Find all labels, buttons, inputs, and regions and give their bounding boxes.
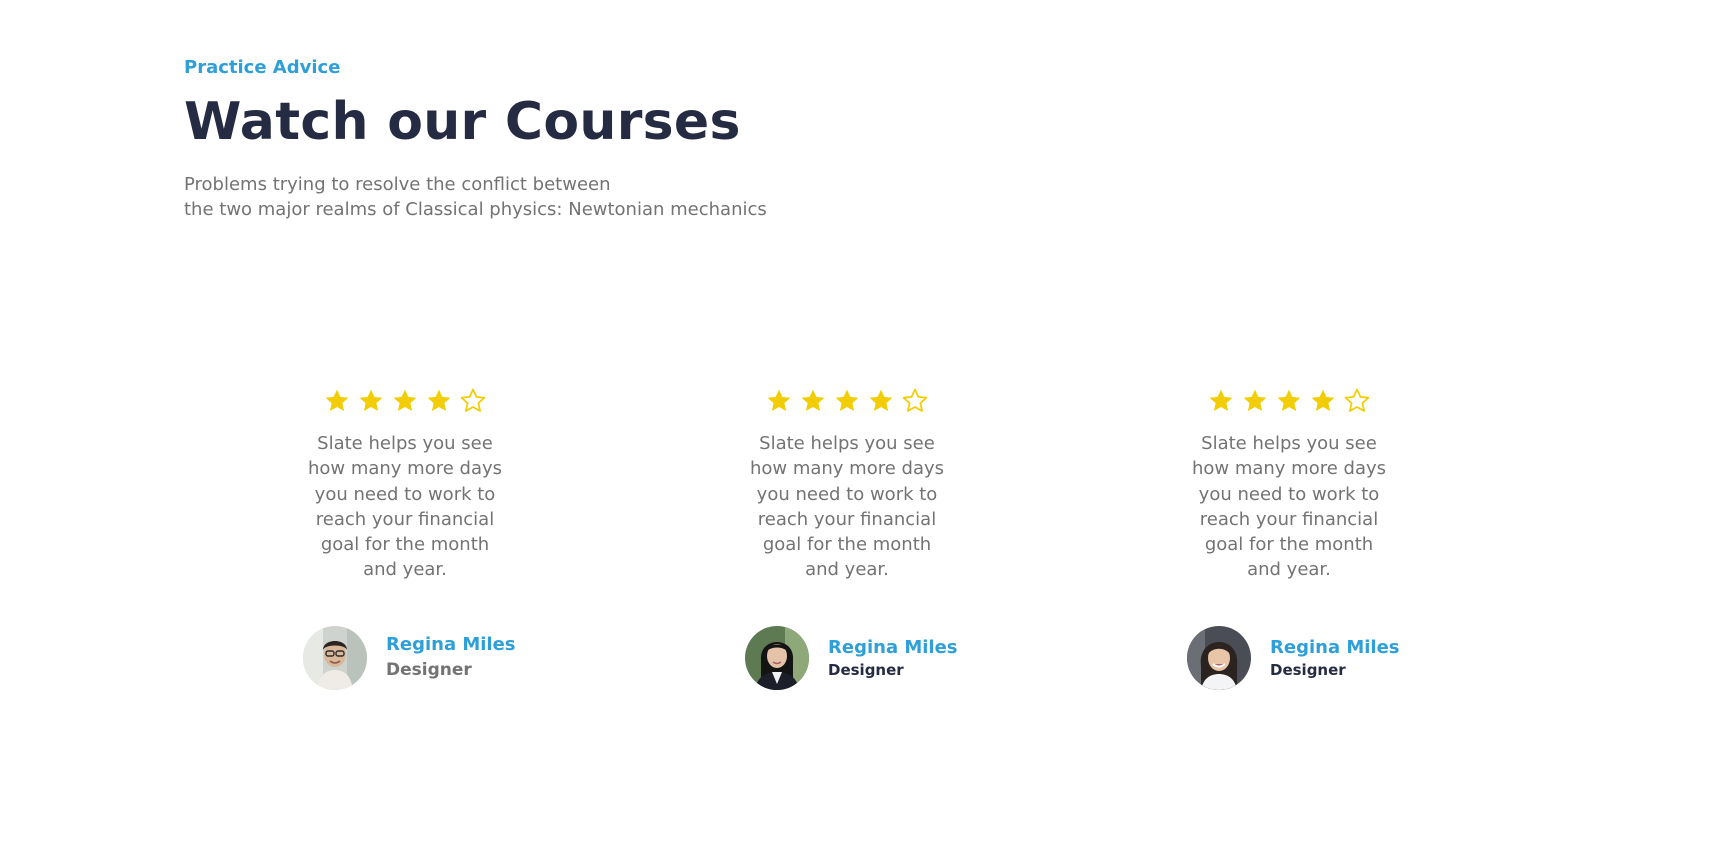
star-filled-icon (425, 387, 453, 415)
avatar-woman-photo-icon (1187, 626, 1251, 690)
star-filled-icon (799, 387, 827, 415)
star-empty-icon (901, 387, 929, 415)
star-filled-icon (1207, 387, 1235, 415)
author-name[interactable]: Regina Miles (386, 633, 516, 657)
testimonial-list: Slate helps you see how many more days y… (0, 385, 1721, 715)
star-rating (717, 385, 977, 417)
author-name[interactable]: Regina Miles (828, 636, 958, 660)
author-details: Regina Miles Designer (828, 636, 958, 680)
intro-line: Problems trying to resolve the conflict … (184, 174, 611, 195)
star-filled-icon (833, 387, 861, 415)
star-filled-icon (1241, 387, 1269, 415)
testimonial-card: Slate helps you see how many more days y… (275, 385, 535, 690)
star-filled-icon (357, 387, 385, 415)
intro-text: Problems trying to resolve the conflict … (184, 172, 767, 222)
intro-line: the two major realms of Classical physic… (184, 199, 767, 220)
section-header: Practice Advice Watch our Courses Proble… (184, 52, 767, 222)
star-rating (1159, 385, 1419, 417)
star-rating (275, 385, 535, 417)
star-empty-icon (459, 387, 487, 415)
author: Regina Miles Designer (1187, 626, 1400, 690)
page-title: Watch our Courses (184, 92, 741, 152)
star-filled-icon (391, 387, 419, 415)
testimonial-quote: Slate helps you see how many more days y… (1191, 433, 1387, 581)
testimonial-card: Slate helps you see how many more days y… (1159, 385, 1419, 690)
author-details: Regina Miles Designer (1270, 636, 1400, 680)
author-name[interactable]: Regina Miles (1270, 636, 1400, 660)
avatar (745, 626, 809, 690)
avatar (303, 626, 367, 690)
author: Regina Miles Designer (745, 626, 958, 690)
star-filled-icon (867, 387, 895, 415)
testimonial-quote: Slate helps you see how many more days y… (749, 433, 945, 581)
testimonial-quote: Slate helps you see how many more days y… (307, 433, 503, 581)
star-filled-icon (1309, 387, 1337, 415)
author-role: Designer (1270, 661, 1346, 679)
author-role: Designer (828, 661, 904, 679)
eyebrow-label: Practice Advice (184, 57, 341, 78)
star-filled-icon (765, 387, 793, 415)
author: Regina Miles Designer (303, 626, 516, 690)
courses-section: Practice Advice Watch our Courses Proble… (0, 0, 1721, 861)
avatar-woman-photo-icon (745, 626, 809, 690)
testimonial-card: Slate helps you see how many more days y… (717, 385, 977, 690)
avatar (1187, 626, 1251, 690)
author-role: Designer (386, 660, 472, 680)
star-filled-icon (1275, 387, 1303, 415)
author-details: Regina Miles Designer (386, 633, 516, 683)
avatar-man-photo-icon (303, 626, 367, 690)
star-filled-icon (323, 387, 351, 415)
star-empty-icon (1343, 387, 1371, 415)
